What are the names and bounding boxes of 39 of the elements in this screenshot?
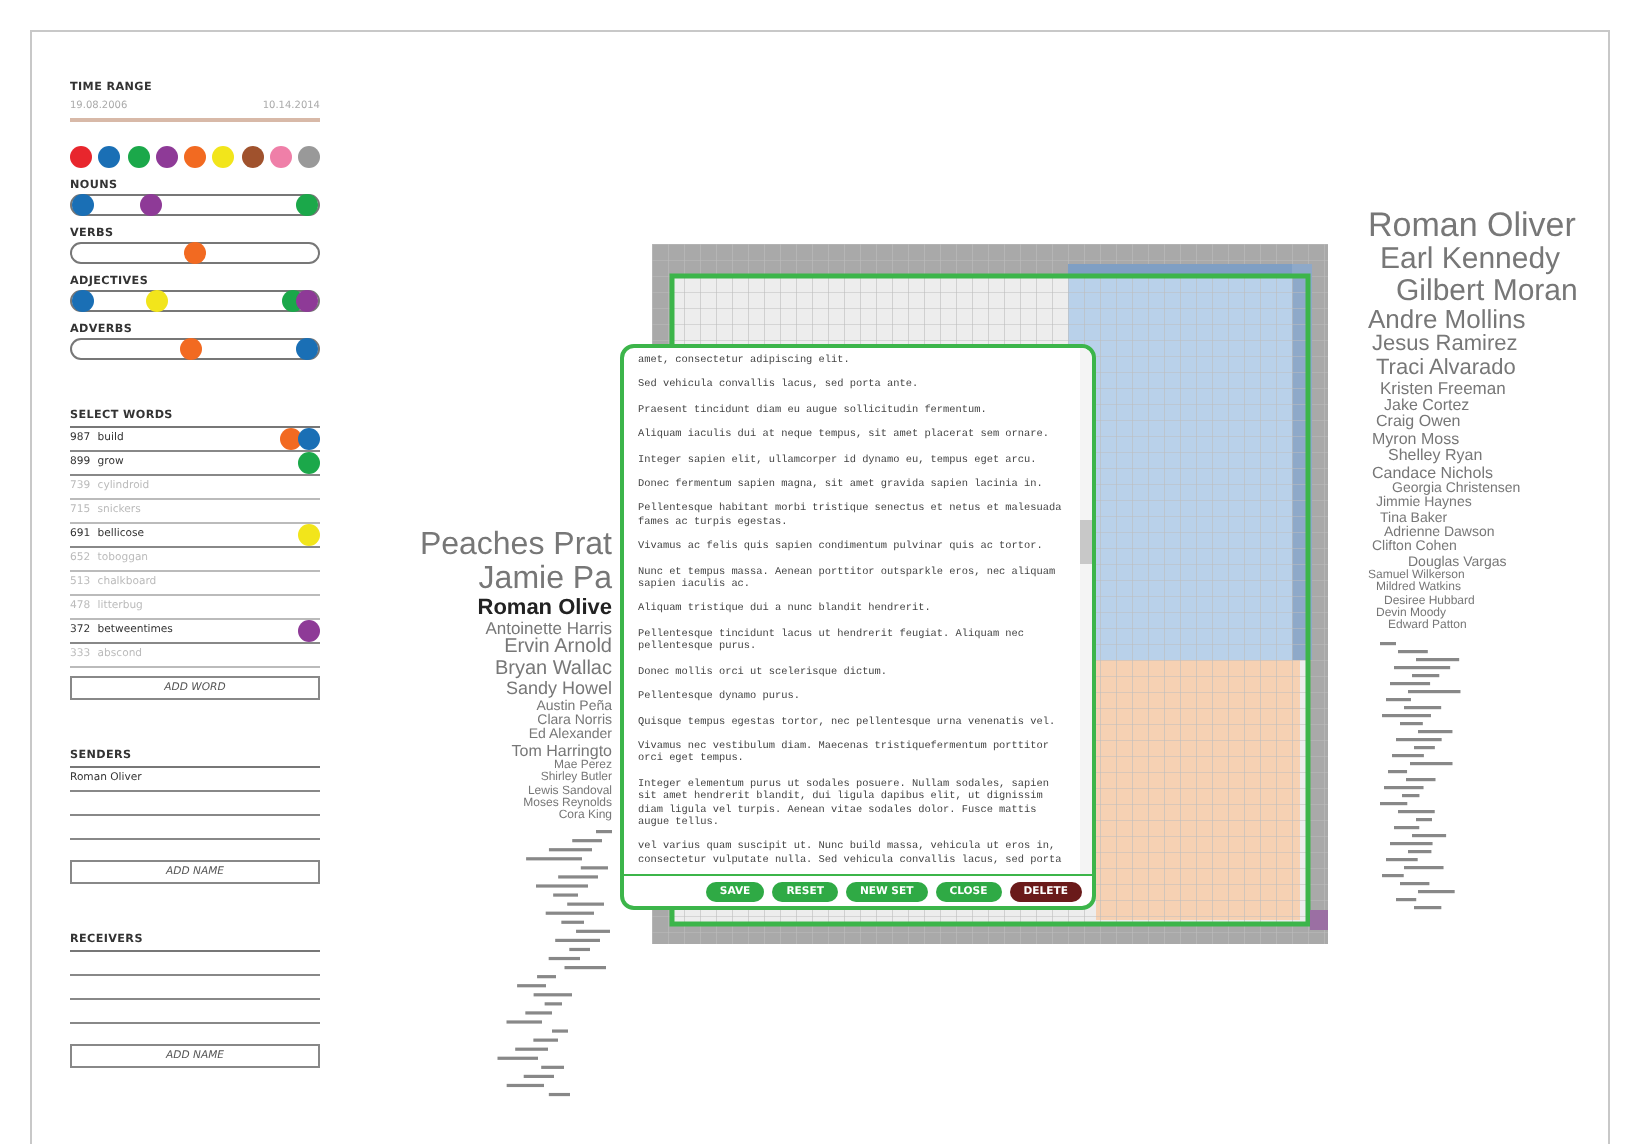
person-name[interactable]: Sandy Howel — [505, 680, 612, 699]
color-swatch[interactable] — [269, 145, 292, 167]
slider-handle[interactable] — [296, 337, 318, 359]
person-name[interactable]: Andre Mollins — [1368, 306, 1526, 334]
color-swatch[interactable] — [127, 145, 149, 167]
slider-handle[interactable] — [139, 193, 162, 215]
person-name[interactable]: Candace Nichols — [1372, 465, 1493, 482]
color-swatch[interactable] — [241, 145, 263, 167]
scrollbar[interactable] — [1080, 348, 1092, 874]
person-name[interactable]: Bryan Wallac — [494, 659, 612, 681]
person-name[interactable]: Jesus Ramirez — [1372, 333, 1518, 358]
slider-handle[interactable] — [72, 193, 94, 215]
person-name[interactable]: Jake Cortez — [1384, 398, 1470, 415]
slider-handle[interactable] — [179, 337, 202, 359]
person-name[interactable]: Roman Oliver — [1368, 208, 1576, 244]
person-name[interactable]: Peaches Prat — [419, 530, 612, 564]
color-swatch[interactable] — [298, 145, 320, 167]
person-name[interactable]: Tom Harringto — [511, 743, 612, 760]
person-name[interactable]: Gilbert Moran — [1396, 275, 1578, 307]
slider-handle[interactable] — [145, 289, 168, 311]
person-name[interactable]: Ervin Arnold — [504, 638, 612, 660]
color-swatch[interactable] — [212, 145, 235, 167]
color-swatch[interactable] — [184, 145, 206, 167]
person-name[interactable]: Myron Moss — [1372, 431, 1460, 449]
person-name[interactable]: Antoinette Harris — [485, 620, 612, 639]
person-name[interactable]: Traci Alvarado — [1376, 357, 1516, 381]
person-name[interactable]: Shelley Ryan — [1388, 448, 1483, 466]
person-name[interactable]: Kristen Freeman — [1380, 380, 1506, 398]
slider-handle[interactable] — [296, 193, 318, 215]
color-swatch[interactable] — [70, 145, 92, 167]
slider-handle[interactable] — [72, 289, 94, 311]
person-name[interactable]: Craig Owen — [1376, 414, 1461, 432]
person-name[interactable]: Jamie Pa — [478, 563, 612, 598]
slider-handle[interactable] — [184, 241, 206, 263]
slider-handle[interactable] — [296, 289, 318, 311]
person-name[interactable]: Roman Olive — [477, 597, 612, 621]
person-name[interactable]: Earl Kennedy — [1380, 243, 1561, 276]
color-swatch[interactable] — [155, 145, 178, 167]
color-swatch[interactable] — [98, 145, 121, 167]
